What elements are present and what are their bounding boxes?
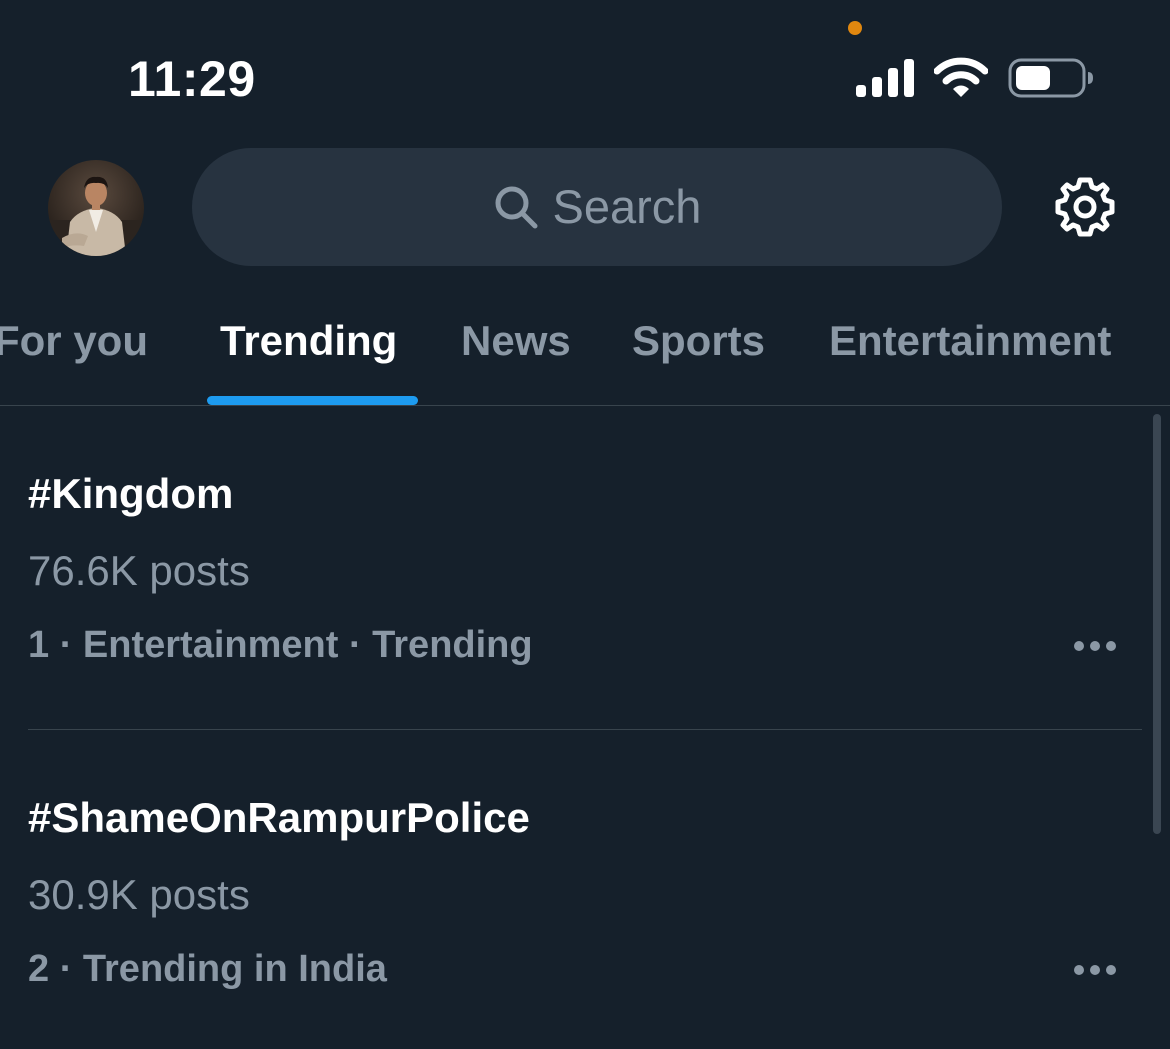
tab-for-you[interactable]: For you — [0, 314, 148, 368]
trend-name: #Kingdom — [28, 470, 234, 517]
battery-icon — [1008, 58, 1093, 98]
tab-entertainment[interactable]: Entertainment — [829, 314, 1111, 368]
tab-sports[interactable]: Sports — [632, 314, 765, 368]
active-tab-indicator — [207, 396, 418, 405]
more-horizontal-icon[interactable] — [1072, 639, 1118, 653]
search-input[interactable]: Search — [192, 148, 1002, 266]
trend-item[interactable]: #ShameOnRampurPolice 30.9K posts 2 · Tre… — [0, 730, 1170, 1049]
scrollbar[interactable] — [1153, 414, 1161, 834]
search-placeholder: Search — [552, 180, 702, 233]
more-horizontal-icon[interactable] — [1072, 963, 1118, 977]
search-icon — [495, 186, 538, 229]
trend-meta: 1 · Entertainment · Trending — [28, 624, 533, 666]
tab-news[interactable]: News — [461, 314, 571, 368]
status-time: 11:29 — [128, 51, 256, 107]
profile-avatar-image — [48, 160, 144, 256]
microphone-indicator-dot — [848, 21, 862, 35]
trend-post-count: 76.6K posts — [28, 547, 250, 594]
trend-post-count: 30.9K posts — [28, 871, 250, 918]
tab-bar: For you Trending News Sports Entertainme… — [0, 300, 1170, 405]
tab-trending[interactable]: Trending — [220, 314, 397, 368]
trend-meta: 2 · Trending in India — [28, 948, 387, 990]
trend-item[interactable]: #Kingdom 76.6K posts 1 · Entertainment ·… — [0, 406, 1170, 729]
trend-name: #ShameOnRampurPolice — [28, 794, 530, 841]
wifi-icon — [934, 57, 988, 97]
gear-icon[interactable] — [1052, 174, 1118, 240]
avatar[interactable] — [48, 160, 144, 256]
signal-icon — [856, 59, 914, 97]
status-bar: 11:29 — [0, 0, 1170, 140]
